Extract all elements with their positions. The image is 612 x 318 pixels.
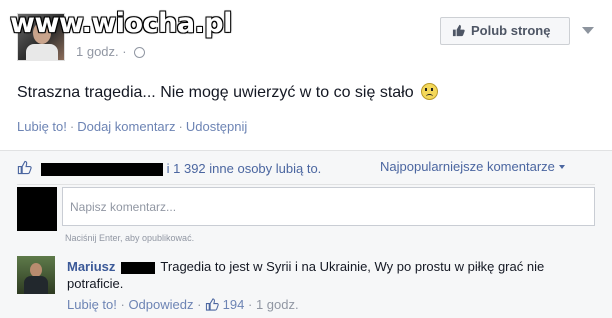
comment-like-count[interactable]: 194 [223,297,245,312]
likes-count-link[interactable]: i 1 392 inne osoby lubią to. [167,161,322,176]
comment: Mariusz Tragedia to jest w Syrii i na Uk… [67,258,577,292]
comment-like-link[interactable]: Lubię to! [67,297,117,312]
enter-hint: Naciśnij Enter, aby opublikować. [65,233,195,243]
like-page-label: Polub stronę [471,23,551,38]
post-comment-link[interactable]: Dodaj komentarz [77,119,175,134]
watermark: www.wiocha.pl [10,8,232,39]
redacted-names [41,163,163,177]
comment-placeholder: Napisz komentarz... [70,200,177,214]
post-actions: Lubię to! · Dodaj komentarz · Udostępnij [17,119,247,134]
thumbs-up-icon [452,24,465,37]
dot-separator: · [122,44,131,59]
current-user-avatar [17,187,57,231]
chevron-down-icon[interactable] [582,27,594,34]
separator: · [116,297,129,312]
post-timestamp[interactable]: 1 godz. [76,44,119,59]
globe-icon [134,47,146,58]
comment-sort-dropdown[interactable]: Najpopularniejsze komentarze [380,159,565,174]
commenter-face [30,263,42,277]
comment-actions: Lubię to! · Odpowiedz · 194 · 1 godz. [67,297,299,312]
sort-label: Najpopularniejsze komentarze [380,159,555,174]
like-page-button[interactable]: Polub stronę [440,17,570,45]
comment-reply-link[interactable]: Odpowiedz [128,297,193,312]
commenter-avatar[interactable] [17,256,55,294]
avatar-shirt [26,44,58,61]
caret-down-icon [558,165,565,169]
thumbs-up-icon [205,298,219,311]
separator: · [178,119,183,134]
likes-summary: i 1 392 inne osoby lubią to. [17,160,321,178]
post-card: www.wiocha.pl 1 godz. · Polub stronę Str… [0,0,612,150]
post-share-link[interactable]: Udostępnij [186,119,247,134]
comment-author[interactable]: Mariusz [67,259,115,274]
divider [17,184,595,185]
post-body: Straszna tragedia... Nie mogę uwierzyć w… [17,84,414,101]
redacted-surname [121,261,156,274]
separator: · [69,119,75,134]
sad-emoticon-icon [421,83,439,100]
post-text: Straszna tragedia... Nie mogę uwierzyć w… [17,83,439,102]
post-meta: 1 godz. · [76,44,146,59]
separator: · [193,297,206,312]
comment-input[interactable]: Napisz komentarz... [62,187,595,226]
post-like-link[interactable]: Lubię to! [17,119,67,134]
comment-time[interactable]: 1 godz. [256,297,299,312]
separator: · [244,297,256,312]
commenter-body [24,276,48,294]
thumbs-up-icon [17,160,32,175]
